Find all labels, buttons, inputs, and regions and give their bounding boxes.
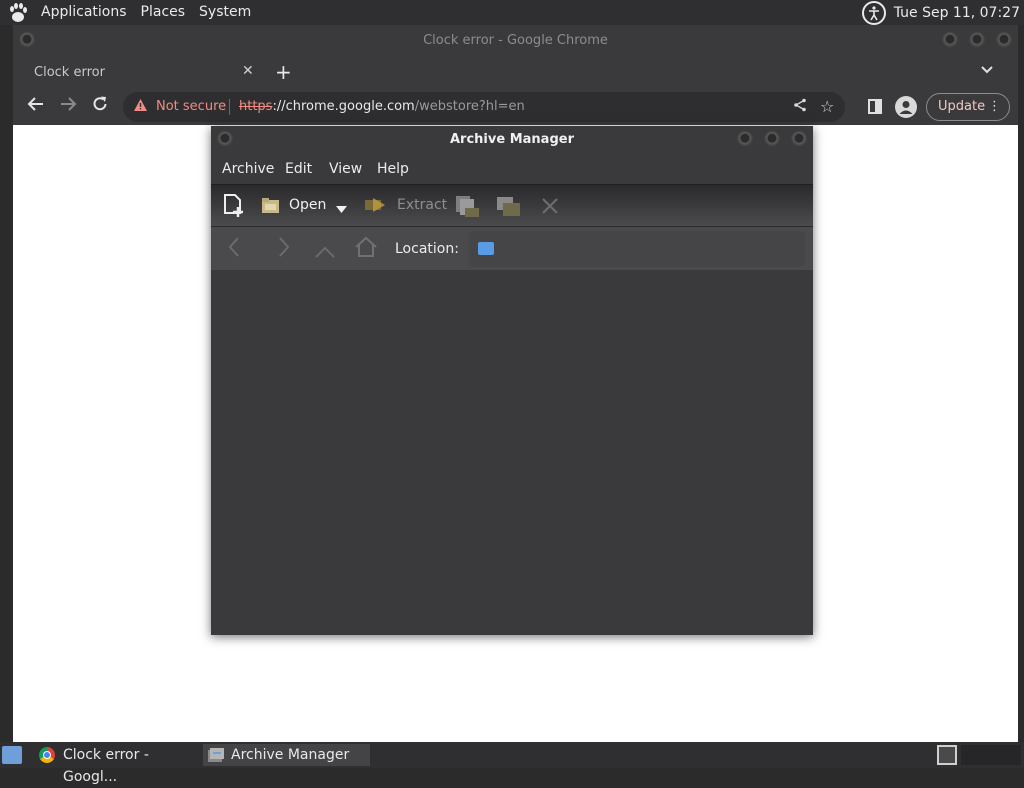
archive-titlebar[interactable]: Archive Manager — [211, 126, 813, 156]
tab-search-icon[interactable] — [981, 62, 993, 78]
tab-title: Clock error — [34, 65, 105, 80]
maximize-button[interactable] — [969, 32, 985, 48]
chrome-titlebar[interactable]: Clock error - Google Chrome — [13, 25, 1018, 57]
window-menu-button[interactable] — [19, 32, 35, 48]
taskbar-item-label: Archive Manager — [231, 747, 350, 763]
menu-edit[interactable]: Edit — [285, 161, 312, 177]
show-desktop-icon[interactable] — [2, 746, 22, 764]
menu-system[interactable]: System — [192, 0, 258, 25]
new-tab-button[interactable]: + — [275, 60, 292, 84]
extract-label: Extract — [397, 197, 448, 213]
workspace-1[interactable] — [937, 745, 957, 765]
menu-applications[interactable]: Applications — [34, 0, 134, 25]
stop-icon[interactable] — [541, 197, 559, 219]
minimize-button[interactable] — [942, 32, 958, 48]
not-secure-label[interactable]: Not secure — [156, 99, 226, 114]
divider — [229, 99, 230, 115]
open-dropdown-icon[interactable] — [336, 201, 347, 217]
accessibility-icon[interactable] — [861, 0, 886, 25]
extract-icon — [365, 198, 385, 212]
window-menu-button[interactable] — [217, 131, 233, 147]
minimize-button[interactable] — [737, 131, 753, 147]
url-scheme: https — [239, 99, 273, 114]
menu-places[interactable]: Places — [134, 0, 193, 25]
back-icon[interactable] — [227, 236, 241, 264]
share-icon[interactable] — [793, 98, 807, 116]
close-button[interactable] — [791, 131, 807, 147]
open-label: Open — [289, 197, 327, 213]
side-panel-icon[interactable] — [868, 99, 882, 114]
chrome-window-title: Clock error - Google Chrome — [423, 33, 608, 48]
location-field[interactable] — [469, 231, 805, 267]
location-bar: Location: — [211, 226, 813, 270]
up-icon[interactable] — [314, 240, 336, 265]
taskbar-item-chrome[interactable]: Clock error - Googl... — [35, 744, 199, 785]
forward-icon[interactable] — [277, 236, 291, 264]
update-button[interactable]: Update ⋮ — [926, 93, 1010, 121]
archive-window-title: Archive Manager — [450, 132, 574, 147]
more-menu-icon[interactable]: ⋮ — [988, 94, 1001, 120]
archive-toolbar: Open Extract — [211, 184, 813, 226]
gnome-foot-icon[interactable] — [7, 2, 29, 24]
warning-icon[interactable] — [133, 98, 148, 116]
url-text[interactable]: https://chrome.google.com/webstore?hl=en — [239, 99, 525, 114]
chrome-toolbar: Not secure https://chrome.google.com/web… — [13, 89, 1018, 125]
file-list-area[interactable] — [211, 270, 813, 635]
new-archive-icon[interactable] — [222, 193, 246, 223]
folder-icon — [478, 242, 494, 255]
archive-manager-icon — [208, 748, 224, 762]
tab-clock-error[interactable]: Clock error ✕ — [19, 57, 263, 89]
taskbar-item-label: Clock error - Googl... — [63, 747, 149, 785]
url-host: ://chrome.google.com — [272, 99, 415, 114]
close-button[interactable] — [996, 32, 1012, 48]
url-path: /webstore?hl=en — [414, 99, 525, 114]
home-icon[interactable] — [354, 236, 378, 264]
workspace-2[interactable] — [961, 745, 1021, 765]
bookmark-star-icon[interactable]: ☆ — [820, 97, 834, 116]
add-folder-icon[interactable] — [496, 194, 522, 222]
archive-menubar: Archive Edit View Help — [211, 156, 813, 184]
profile-avatar-icon[interactable] — [895, 96, 917, 118]
clock[interactable]: Tue Sep 11, 07:27 — [894, 5, 1020, 21]
reload-icon[interactable] — [88, 95, 112, 119]
location-label: Location: — [395, 241, 459, 257]
extract-button[interactable]: Extract — [363, 197, 447, 213]
taskbar-item-archive-manager[interactable]: Archive Manager — [203, 744, 370, 766]
update-label: Update — [938, 99, 986, 114]
open-button[interactable]: Open — [262, 197, 326, 213]
back-icon[interactable] — [24, 95, 48, 119]
archive-manager-window: Archive Manager Archive Edit View Help O… — [211, 126, 813, 635]
add-files-icon[interactable] — [455, 194, 481, 222]
bottom-panel: Clock error - Googl... Archive Manager — [0, 742, 1024, 785]
maximize-button[interactable] — [764, 131, 780, 147]
forward-icon[interactable] — [56, 95, 80, 119]
menu-archive[interactable]: Archive — [222, 161, 274, 177]
tab-strip: Clock error ✕ + — [13, 57, 1018, 89]
chrome-icon — [39, 747, 55, 763]
tab-close-icon[interactable]: ✕ — [242, 63, 254, 79]
address-bar[interactable]: Not secure https://chrome.google.com/web… — [123, 92, 845, 122]
top-panel: Applications Places System Tue Sep 11, 0… — [0, 0, 1024, 25]
menu-help[interactable]: Help — [377, 161, 409, 177]
menu-view[interactable]: View — [329, 161, 362, 177]
open-archive-icon — [262, 197, 279, 213]
